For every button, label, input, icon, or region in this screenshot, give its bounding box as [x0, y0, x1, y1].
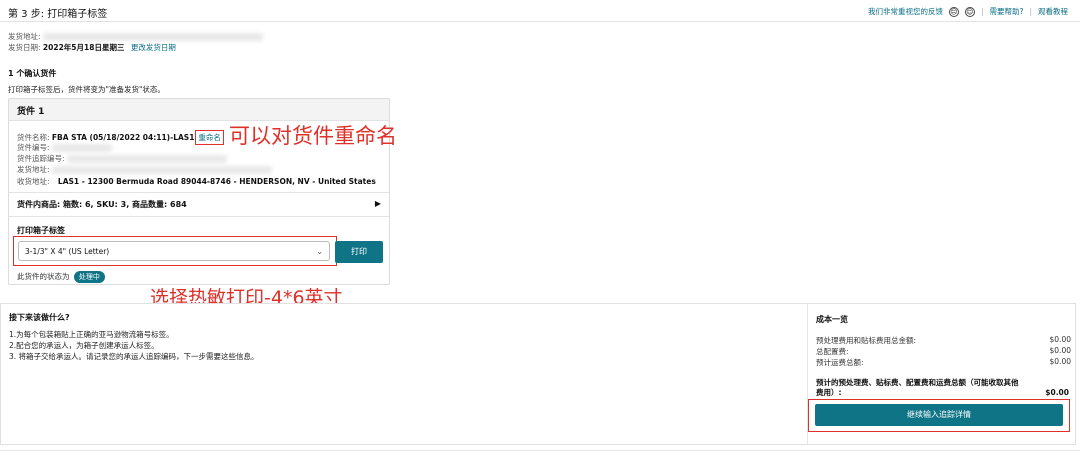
- divider: [0, 450, 1080, 451]
- divider: [9, 216, 389, 217]
- feedback-link[interactable]: 我们非常重视您的反馈: [868, 6, 943, 17]
- confirm-description: 打印箱子标签后，货件将变为"准备发货"状态。: [8, 85, 165, 94]
- page-title: 第 3 步: 打印箱子标签: [8, 9, 108, 20]
- cost-row-label: 预计运费总额:: [816, 358, 864, 367]
- cost-row-label: 总配置费:: [816, 347, 849, 356]
- next-step-item: 2.配合您的承运人，为箱子创建承运人标签。: [9, 341, 159, 350]
- shipment-id-label: 货件编号:: [17, 143, 50, 152]
- ship-to-label: 收货地址:: [17, 177, 50, 186]
- cost-row: 总配置费: $0.00: [816, 346, 1071, 357]
- rename-link[interactable]: 重命名: [195, 130, 224, 145]
- total-label-text: 预计的预处理费、贴标费、配置费和运费总额（可能收取其他费用）:: [816, 378, 1019, 397]
- ship-from-label: 发货地址:: [8, 32, 41, 41]
- cost-summary-title: 成本一览: [816, 315, 848, 324]
- status-label: 此货件的状态为: [17, 272, 70, 281]
- continue-highlight: 继续输入追踪详情: [808, 399, 1070, 432]
- header-bar: 第 3 步: 打印箱子标签 我们非常重视您的反馈 ☹ ☺ | 需要帮助? | 观…: [0, 0, 1080, 22]
- ship-from-card-row: 发货地址:: [17, 164, 272, 175]
- next-step-item: 3. 将箱子交给承运人。请记录您的承运人追踪编码，下一步需要这些信息。: [9, 352, 259, 361]
- shipment-contents[interactable]: 货件内商品: 箱数: 6, SKU: 3, 商品数量: 684: [17, 199, 187, 210]
- header-links: 我们非常重视您的反馈 ☹ ☺ | 需要帮助? | 观看教程: [868, 6, 1068, 17]
- sad-face-icon[interactable]: ☹: [948, 6, 959, 17]
- separator: |: [980, 7, 984, 16]
- shipment-name-label: 货件名称:: [17, 133, 50, 142]
- bottom-panel: 接下来该做什么? 1.为每个包装箱贴上正确的亚马逊物流箱号标签。 2.配合您的承…: [0, 303, 1076, 445]
- tracking-label: 货件追踪编号:: [17, 154, 65, 163]
- ship-date-row: 发货日期: 2022年5月18日星期三 更改发货日期: [8, 42, 176, 53]
- cost-row: 预计运费总额: $0.00: [816, 357, 1071, 368]
- ship-date-label: 发货日期:: [8, 43, 41, 52]
- total-label: 预计的预处理费、贴标费、配置费和运费总额（可能收取其他费用）:: [816, 378, 1071, 398]
- redacted-address: [42, 33, 263, 41]
- ship-from-card-label: 发货地址:: [17, 165, 50, 174]
- redacted-id: [51, 144, 112, 152]
- cost-row: 预处理费用和贴标费用总金额: $0.00: [816, 335, 1071, 346]
- label-size-value: 3-1/3" X 4" (US Letter): [25, 247, 110, 256]
- cost-row-value: $0.00: [1049, 346, 1071, 355]
- label-size-select[interactable]: 3-1/3" X 4" (US Letter) ⌄: [18, 241, 330, 261]
- help-link[interactable]: 需要帮助?: [989, 6, 1023, 17]
- chevron-down-icon: ⌄: [316, 247, 323, 256]
- total-value: $0.00: [1045, 388, 1069, 397]
- shipment-status-row: 此货件的状态为 处理中: [17, 271, 105, 283]
- next-steps-title: 接下来该做什么?: [9, 313, 70, 322]
- cost-row-label: 预处理费用和贴标费用总金额:: [816, 336, 917, 345]
- redacted-tracking: [66, 155, 227, 163]
- rename-annotation: 可以对货件重命名: [229, 124, 397, 148]
- caret-right-icon[interactable]: ▶: [375, 199, 381, 208]
- print-label-heading: 打印箱子标签: [17, 226, 65, 235]
- shipment-card-title: 货件 1: [9, 99, 389, 121]
- change-date-link[interactable]: 更改发货日期: [131, 43, 176, 52]
- happy-face-icon[interactable]: ☺: [964, 6, 975, 17]
- print-button[interactable]: 打印: [335, 241, 383, 263]
- cost-row-value: $0.00: [1049, 357, 1071, 366]
- cost-row-value: $0.00: [1049, 335, 1071, 344]
- shipment-id-row: 货件编号:: [17, 142, 112, 153]
- ship-from-row: 发货地址:: [8, 31, 263, 42]
- cost-summary: 成本一览 预处理费用和贴标费用总金额: $0.00 总配置费: $0.00 预计…: [807, 304, 1077, 444]
- continue-tracking-button[interactable]: 继续输入追踪详情: [815, 404, 1063, 426]
- ship-to-row: 收货地址: LAS1 - 12300 Bermuda Road 89044-87…: [17, 176, 376, 187]
- confirmed-shipments-heading: 1 个确认货件: [8, 69, 57, 78]
- ship-to-value: LAS1 - 12300 Bermuda Road 89044-8746 - H…: [57, 177, 376, 186]
- redacted-from: [51, 166, 272, 174]
- ship-date-value: 2022年5月18日星期三: [42, 43, 125, 52]
- status-badge: 处理中: [73, 271, 105, 283]
- tracking-row: 货件追踪编号:: [17, 153, 227, 164]
- shipment-name-value: FBA STA (05/18/2022 04:11)-LAS1: [51, 133, 195, 142]
- next-step-item: 1.为每个包装箱贴上正确的亚马逊物流箱号标签。: [9, 330, 174, 339]
- separator: |: [1029, 7, 1032, 16]
- tutorial-link[interactable]: 观看教程: [1038, 6, 1068, 17]
- label-size-highlight: 3-1/3" X 4" (US Letter) ⌄: [13, 236, 337, 266]
- divider: [9, 192, 389, 193]
